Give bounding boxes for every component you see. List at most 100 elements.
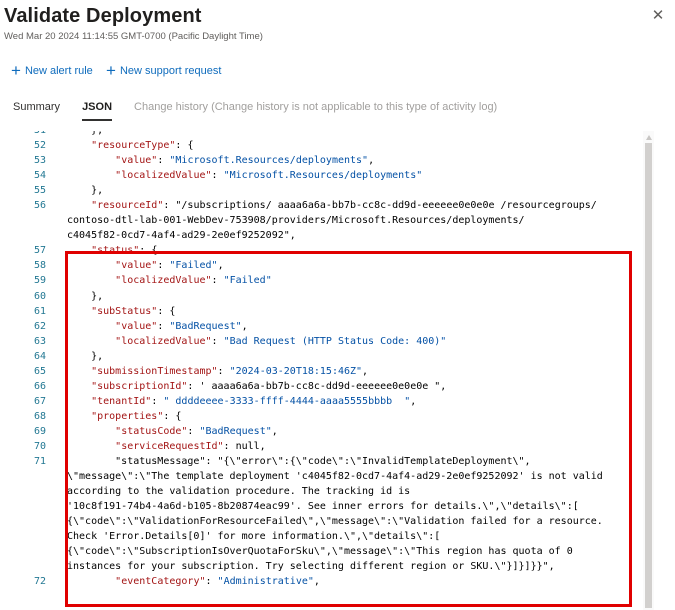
line-number: 69 bbox=[33, 425, 46, 437]
code-line: 57 "status": { bbox=[0, 243, 643, 258]
code-text: }, bbox=[67, 350, 104, 362]
code-lines: 51 },52 "resourceType": {53 "value": "Mi… bbox=[0, 131, 643, 589]
code-line: 61 "subStatus": { bbox=[0, 304, 643, 319]
code-line: 60 }, bbox=[0, 289, 643, 304]
scrollbar-thumb[interactable] bbox=[645, 143, 652, 608]
new-support-request-button[interactable]: + New support request bbox=[106, 61, 222, 80]
code-text: contoso-dtl-lab-001-WebDev-753908/provid… bbox=[67, 215, 525, 227]
code-text: according to the validation procedure. T… bbox=[67, 486, 411, 498]
line-number: 72 bbox=[33, 576, 46, 588]
code-text: "resourceType": { bbox=[91, 140, 194, 152]
code-text: "statusCode": "BadRequest", bbox=[115, 425, 278, 437]
line-number: 52 bbox=[33, 140, 46, 152]
code-line: 66 "subscriptionId": ' aaaa6a6a-bb7b-cc8… bbox=[0, 379, 643, 394]
code-line: 62 "value": "BadRequest", bbox=[0, 319, 643, 334]
code-text: c4045f82-0cd7-4af4-ad29-2e0ef9252092", bbox=[67, 230, 296, 242]
page-title: Validate Deployment bbox=[4, 5, 202, 27]
code-text: "value": "BadRequest", bbox=[115, 320, 248, 332]
new-support-request-label: New support request bbox=[119, 65, 222, 77]
line-number: 68 bbox=[33, 410, 46, 422]
line-number: 64 bbox=[33, 350, 46, 362]
code-text: "status": { bbox=[91, 245, 158, 257]
line-number: 71 bbox=[33, 456, 46, 468]
code-line: 59 "localizedValue": "Failed" bbox=[0, 273, 643, 288]
code-line: 58 "value": "Failed", bbox=[0, 258, 643, 273]
line-number: 63 bbox=[33, 335, 46, 347]
code-line: 72 "eventCategory": "Administrative", bbox=[0, 574, 643, 589]
line-number: 58 bbox=[33, 260, 46, 272]
code-line: 53 "value": "Microsoft.Resources/deploym… bbox=[0, 153, 643, 168]
tab-change-history: Change history (Change history is not ap… bbox=[134, 101, 498, 113]
plus-icon: + bbox=[106, 61, 116, 80]
code-text: "eventCategory": "Administrative", bbox=[115, 576, 320, 588]
line-number: 56 bbox=[33, 200, 46, 212]
line-number: 59 bbox=[33, 275, 46, 287]
code-text: "localizedValue": "Microsoft.Resources/d… bbox=[115, 170, 423, 182]
code-text: "subStatus": { bbox=[91, 305, 176, 317]
new-alert-rule-label: New alert rule bbox=[24, 65, 93, 77]
vertical-scrollbar[interactable] bbox=[643, 131, 654, 610]
code-text: "value": "Failed", bbox=[115, 260, 224, 272]
code-line: 52 "resourceType": { bbox=[0, 138, 643, 153]
code-line: 70 "serviceRequestId": null, bbox=[0, 439, 643, 454]
line-number: 61 bbox=[33, 305, 46, 317]
code-line: 56 "resourceId": "/subscriptions/ aaaa6a… bbox=[0, 198, 643, 213]
code-line: Check 'Error.Details[0]' for more inform… bbox=[0, 529, 643, 544]
line-number: 70 bbox=[33, 440, 46, 452]
code-line: 54 "localizedValue": "Microsoft.Resource… bbox=[0, 168, 643, 183]
code-text: Check 'Error.Details[0]' for more inform… bbox=[67, 531, 441, 543]
code-line: 67 "tenantId": " ddddeeee-3333-ffff-4444… bbox=[0, 394, 643, 409]
code-text: "submissionTimestamp": "2024-03-20T18:15… bbox=[91, 365, 369, 377]
code-line: {\"code\":\"ValidationForResourceFailed\… bbox=[0, 514, 643, 529]
code-text: }, bbox=[67, 131, 103, 138]
code-text: "tenantId": " ddddeeee-3333-ffff-4444-aa… bbox=[91, 395, 417, 407]
code-line: 69 "statusCode": "BadRequest", bbox=[0, 424, 643, 439]
code-text: "subscriptionId": ' aaaa6a6a-bb7b-cc8c-d… bbox=[91, 380, 447, 392]
code-text: "resourceId": "/subscriptions/ aaaa6a6a-… bbox=[91, 200, 597, 212]
line-number: 62 bbox=[33, 320, 46, 332]
line-number: 67 bbox=[33, 395, 46, 407]
scroll-up-arrow-icon[interactable] bbox=[646, 135, 652, 140]
code-text: }, bbox=[67, 290, 104, 302]
code-text: {\"code\":\"SubscriptionIsOverQuotaForSk… bbox=[67, 546, 573, 558]
code-line: 68 "properties": { bbox=[0, 409, 643, 424]
code-line: 65 "submissionTimestamp": "2024-03-20T18… bbox=[0, 364, 643, 379]
line-number: 53 bbox=[33, 155, 46, 167]
event-timestamp: Wed Mar 20 2024 11:14:55 GMT-0700 (Pacif… bbox=[4, 31, 263, 42]
code-line: 51 }, bbox=[0, 131, 643, 138]
code-text: '10c8f191-74b4-4a6d-b105-8b20874eac99'. … bbox=[67, 501, 579, 513]
code-text: "localizedValue": "Bad Request (HTTP Sta… bbox=[115, 335, 447, 347]
code-text: "serviceRequestId": null, bbox=[115, 440, 266, 452]
tab-json[interactable]: JSON bbox=[82, 101, 113, 121]
code-text: "value": "Microsoft.Resources/deployment… bbox=[115, 155, 375, 167]
code-text: "properties": { bbox=[91, 410, 182, 422]
line-number: 51 bbox=[0, 131, 46, 138]
line-number: 65 bbox=[33, 365, 46, 377]
line-number: 57 bbox=[33, 245, 46, 257]
close-icon[interactable]: ✕ bbox=[649, 7, 667, 25]
code-line: \"message\":\"The template deployment 'c… bbox=[0, 469, 643, 484]
code-text: "localizedValue": "Failed" bbox=[115, 275, 272, 287]
code-line: 71 "statusMessage": "{\"error\":{\"code\… bbox=[0, 454, 643, 469]
code-line: 64 }, bbox=[0, 349, 643, 364]
code-line: contoso-dtl-lab-001-WebDev-753908/provid… bbox=[0, 213, 643, 228]
json-code-viewer[interactable]: 51 },52 "resourceType": {53 "value": "Mi… bbox=[0, 131, 643, 610]
code-text: }, bbox=[67, 185, 104, 197]
line-number: 66 bbox=[33, 380, 46, 392]
tab-bar: Summary JSON Change history (Change hist… bbox=[13, 101, 519, 121]
code-line: according to the validation procedure. T… bbox=[0, 484, 643, 499]
code-line: 55 }, bbox=[0, 183, 643, 198]
tab-summary[interactable]: Summary bbox=[13, 101, 60, 119]
code-line: {\"code\":\"SubscriptionIsOverQuotaForSk… bbox=[0, 544, 643, 559]
code-line: instances for your subscription. Try sel… bbox=[0, 559, 643, 574]
code-text: instances for your subscription. Try sel… bbox=[67, 561, 555, 573]
code-line: c4045f82-0cd7-4af4-ad29-2e0ef9252092", bbox=[0, 228, 643, 243]
code-line: '10c8f191-74b4-4a6d-b105-8b20874eac99'. … bbox=[0, 499, 643, 514]
code-text: \"message\":\"The template deployment 'c… bbox=[67, 471, 603, 483]
line-number: 55 bbox=[33, 185, 46, 197]
new-alert-rule-button[interactable]: + New alert rule bbox=[11, 61, 93, 80]
line-number: 54 bbox=[33, 170, 46, 182]
plus-icon: + bbox=[11, 61, 21, 80]
line-number: 60 bbox=[33, 290, 46, 302]
code-line: 63 "localizedValue": "Bad Request (HTTP … bbox=[0, 334, 643, 349]
